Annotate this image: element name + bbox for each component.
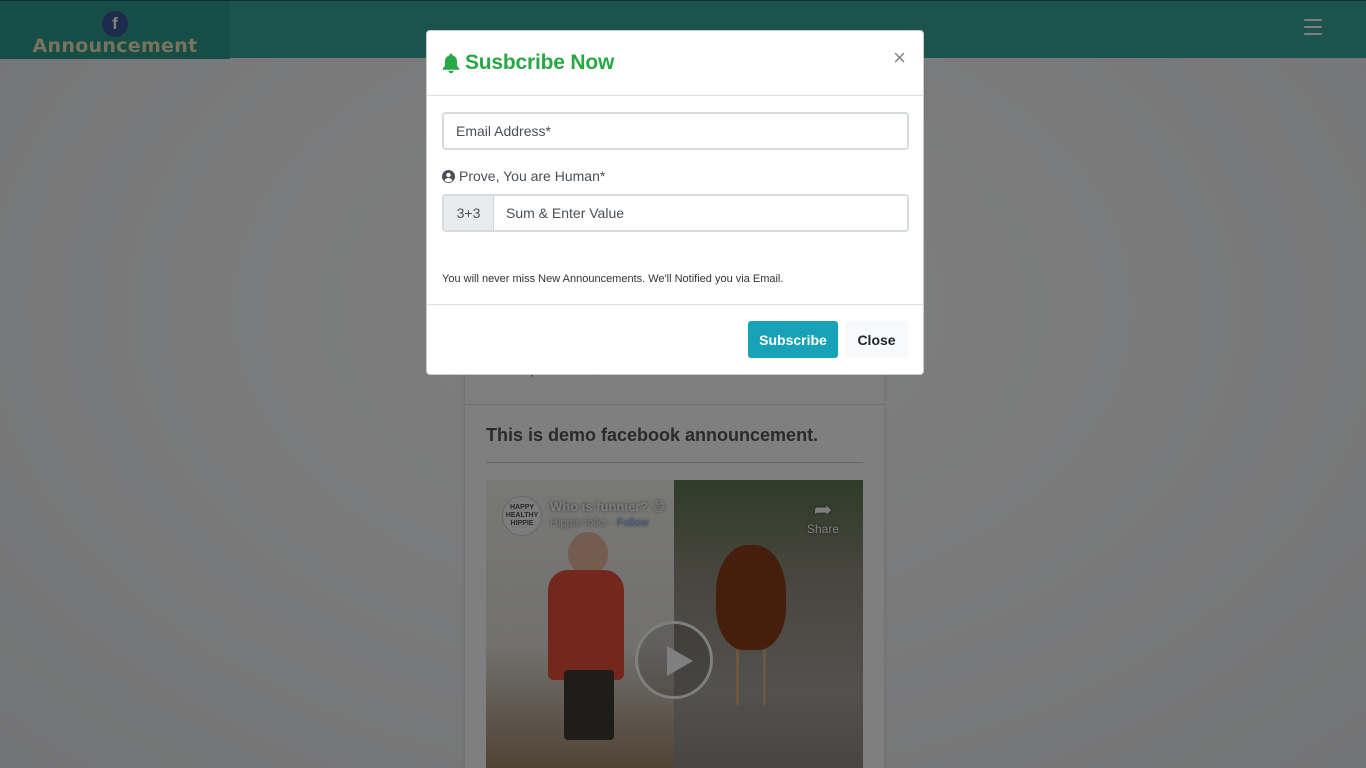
close-icon[interactable]: × <box>893 45 906 71</box>
user-circle-icon <box>442 169 455 183</box>
human-check-text: Prove, You are Human* <box>459 168 606 184</box>
human-check-label: Prove, You are Human* <box>442 168 605 184</box>
captcha-question: 3+3 <box>444 196 494 230</box>
modal-header: Susbcribe Now × <box>427 31 923 96</box>
close-button[interactable]: Close <box>845 321 908 358</box>
subscribe-button[interactable]: Subscribe <box>748 321 838 358</box>
bell-icon <box>442 53 460 74</box>
modal-footer: Subscribe Close <box>427 305 923 374</box>
modal-title: Susbcribe Now <box>465 51 615 74</box>
captcha-input-group: 3+3 <box>442 194 909 232</box>
modal-body: Prove, You are Human* 3+3 You will never… <box>427 96 923 305</box>
captcha-answer-input[interactable] <box>494 196 907 230</box>
subscribe-note: You will never miss New Announcements. W… <box>442 273 784 285</box>
subscribe-modal: Susbcribe Now × Prove, You are Human* 3+… <box>426 30 924 375</box>
email-field[interactable] <box>442 112 909 150</box>
